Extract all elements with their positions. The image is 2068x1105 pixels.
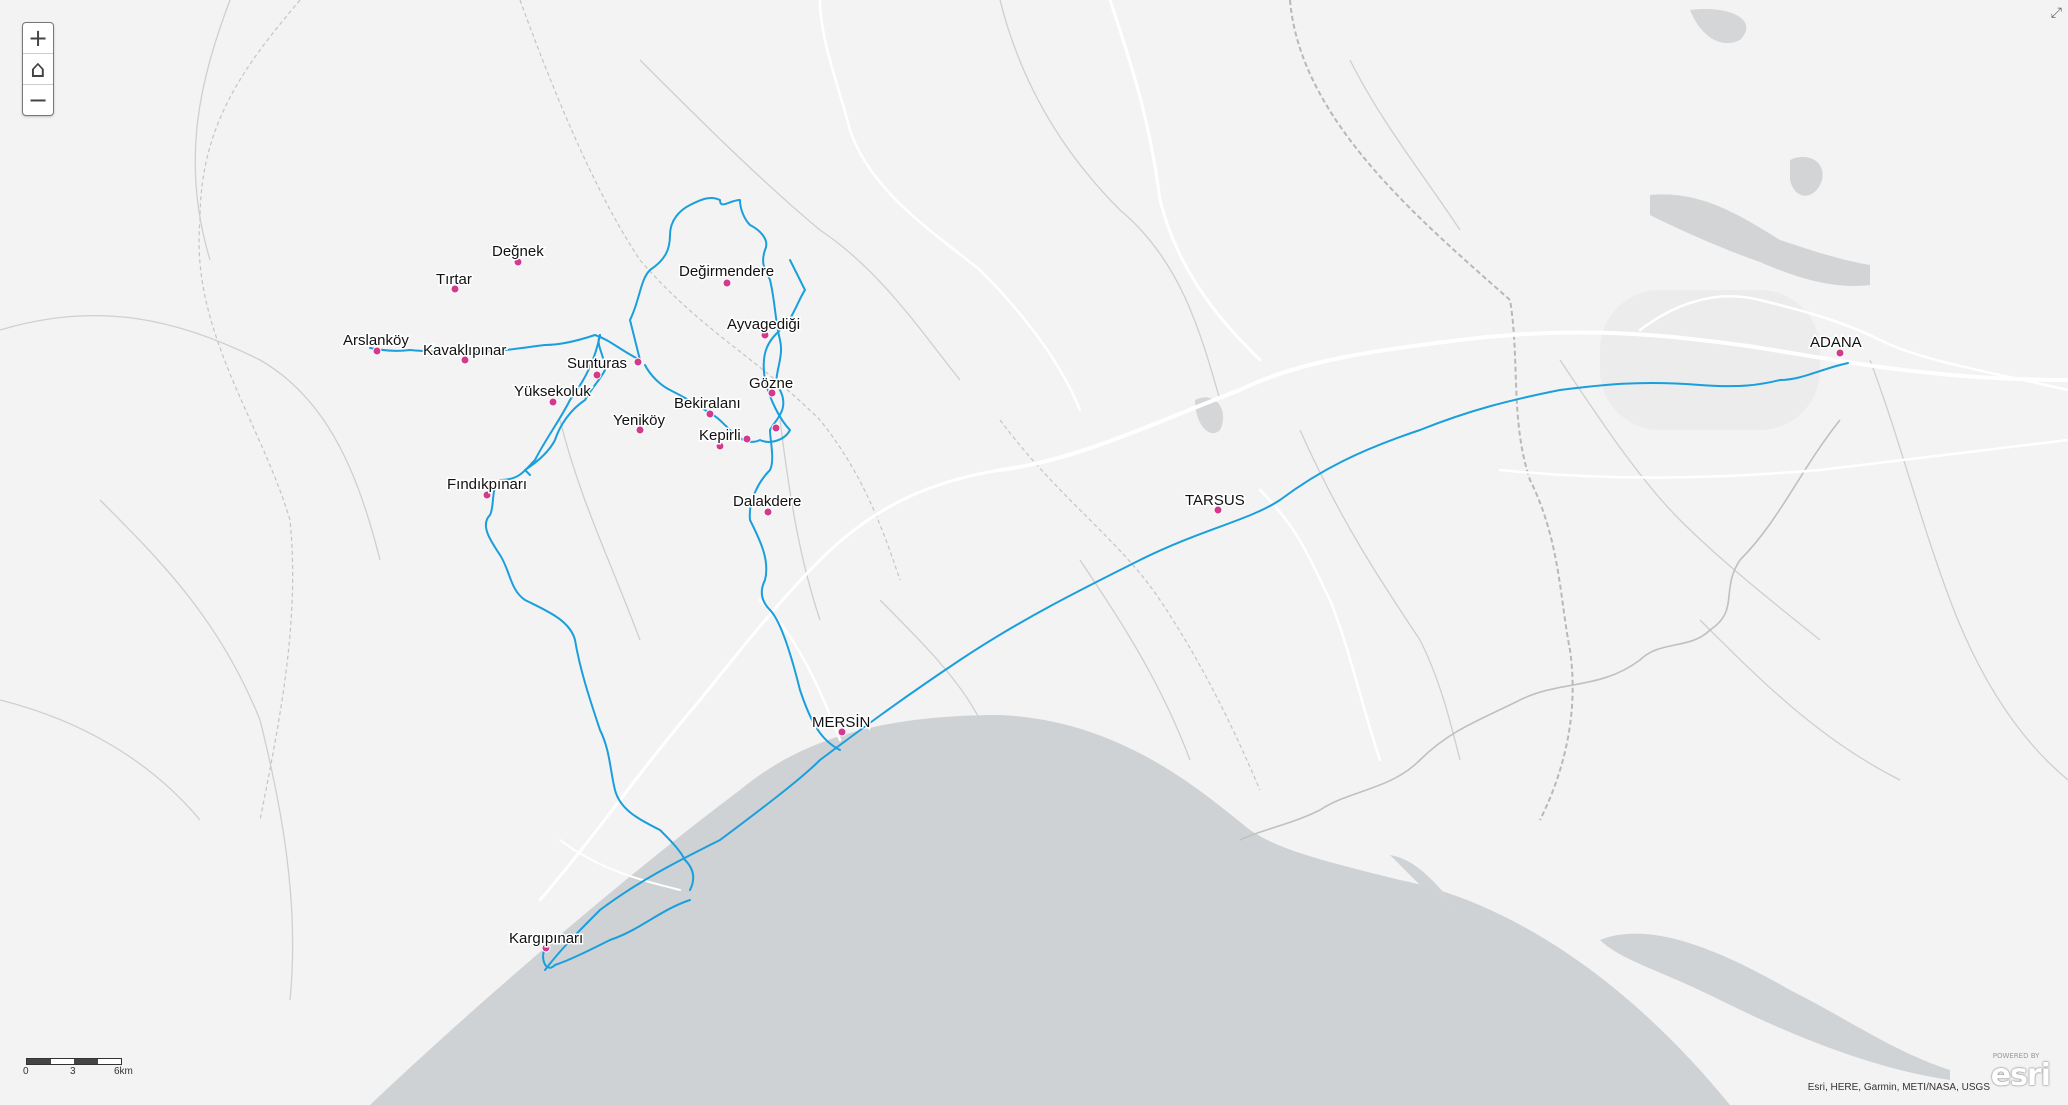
district-boundary-1 xyxy=(519,0,901,581)
scale-bar: 0 3 6km xyxy=(23,1058,133,1079)
urban-adana xyxy=(1600,290,1820,430)
place-point xyxy=(742,434,752,444)
map-view[interactable]: Değnek Tırtar Arslanköy Kavaklıpınar Sun… xyxy=(0,0,2068,1105)
place-label: Sunturas xyxy=(567,355,627,372)
esri-logo-text: esri xyxy=(1990,1058,2051,1093)
basemap: Değnek Tırtar Arslanköy Kavaklıpınar Sun… xyxy=(0,0,2068,1105)
place-label: Kavaklıpınar xyxy=(423,342,506,359)
place-label: Yüksekoluk xyxy=(514,383,591,400)
place-point xyxy=(633,357,643,367)
reservoir-seyhan xyxy=(1650,194,1870,286)
roads xyxy=(538,0,2068,902)
province-boundary xyxy=(1289,0,1574,821)
esri-logo-small: POWERED BY xyxy=(1992,1052,2040,1060)
place-label: Fındıkpınarı xyxy=(447,476,527,493)
sea xyxy=(370,715,1730,1105)
place-point xyxy=(722,278,732,288)
zoom-in-button[interactable]: + xyxy=(23,23,53,53)
place-label: Yeniköy xyxy=(613,412,665,429)
place-label: Değnek xyxy=(492,243,544,260)
place-label: Değirmendere xyxy=(679,263,774,280)
place-label: Ayvagediği xyxy=(727,316,800,333)
place-label: Tırtar xyxy=(436,271,472,288)
attribution-text[interactable]: Esri, HERE, Garmin, METI/NASA, USGS xyxy=(1808,1082,1990,1093)
zoom-out-button[interactable]: − xyxy=(23,84,53,115)
place-point xyxy=(592,370,602,380)
zoom-control: + ⌂ − xyxy=(22,22,54,116)
place-label: ADANA xyxy=(1810,334,1862,351)
esri-logo: POWERED BY esri xyxy=(1990,1052,2051,1093)
place-label: MERSİN xyxy=(812,713,870,731)
reservoir-catalan xyxy=(1790,156,1823,196)
scale-label: 0 xyxy=(23,1066,29,1077)
place-point xyxy=(771,423,781,433)
reservoir-north xyxy=(1690,9,1747,44)
place-label: Arslanköy xyxy=(343,332,409,349)
expand-icon[interactable]: ⤢ xyxy=(2051,5,2062,21)
scale-label: 6km xyxy=(114,1066,133,1077)
place-label: Kargıpınarı xyxy=(509,930,583,947)
seyhan-river xyxy=(1239,419,1841,841)
place-label: Bekiralanı xyxy=(674,395,741,412)
home-button[interactable]: ⌂ xyxy=(23,53,53,84)
place-label: Gözne xyxy=(749,375,793,392)
scale-bar-graphic xyxy=(26,1058,122,1065)
place-label: Kepirli xyxy=(699,427,741,444)
place-label: Dalakdere xyxy=(733,493,801,510)
scale-label: 3 xyxy=(70,1066,76,1077)
place-label: TARSUS xyxy=(1185,492,1245,509)
